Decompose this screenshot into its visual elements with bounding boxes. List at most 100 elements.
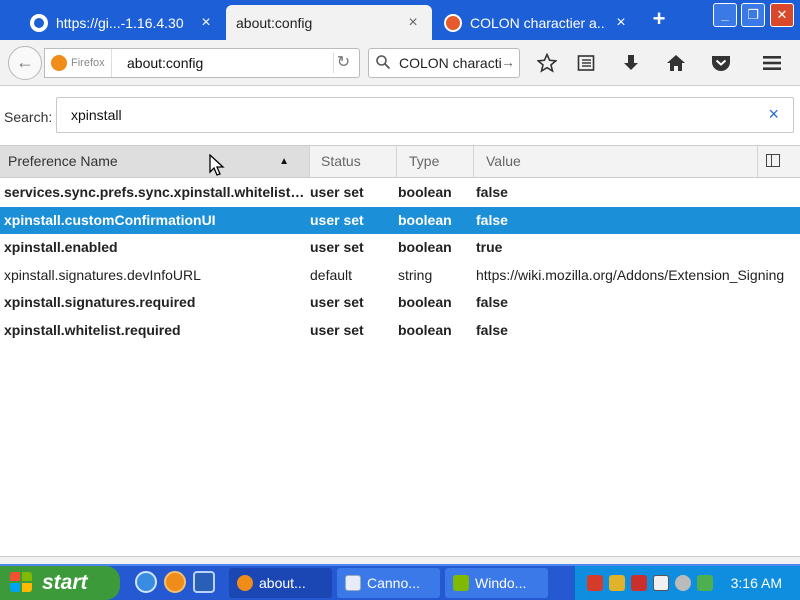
tab-close-icon[interactable]: × [197, 14, 215, 32]
clock: 3:16 AM [730, 575, 782, 591]
pref-value: false [476, 184, 508, 200]
table-row[interactable]: xpinstall.customConfirmationUI user set … [0, 206, 800, 234]
app-quicklaunch-icon[interactable] [193, 571, 215, 593]
column-header-label: Status [321, 153, 361, 169]
column-header-value[interactable]: Value [474, 146, 758, 177]
column-header-label: Type [409, 153, 440, 169]
start-button[interactable]: start [0, 566, 120, 600]
tab-title: about:config [236, 14, 313, 31]
config-search-input[interactable]: xpinstall × [56, 97, 794, 133]
column-header-status[interactable]: Status [310, 146, 397, 177]
sort-ascending-icon: ▲ [279, 156, 289, 167]
config-search-value[interactable]: xpinstall [71, 107, 122, 123]
menu-icon[interactable] [758, 49, 786, 77]
star-icon[interactable] [533, 49, 561, 77]
pref-name: services.sync.prefs.sync.xpinstall.white… [4, 184, 306, 200]
column-header-label: Value [486, 153, 521, 169]
pref-name: xpinstall.signatures.required [4, 294, 196, 310]
column-header-preference-name[interactable]: Preference Name ▲ [0, 146, 310, 177]
search-bar[interactable]: COLON characti → [368, 48, 520, 78]
pref-status: user set [310, 294, 364, 310]
firefox-icon [51, 55, 67, 71]
close-window-button[interactable]: ✕ [770, 3, 794, 27]
tab-title: COLON charactier a... [470, 14, 606, 31]
search-label: Search: [4, 109, 53, 125]
github-icon [30, 13, 48, 32]
tab-about-config[interactable]: about:config × [226, 5, 432, 40]
windows-taskbar: start about... Canno... Windo... 3:16 AM [0, 564, 800, 600]
mouse-cursor-icon [209, 154, 225, 176]
clear-search-icon[interactable]: × [768, 104, 779, 125]
tray-tool-icon[interactable] [609, 575, 625, 591]
table-row[interactable]: xpinstall.enabled user set boolean true [0, 234, 800, 262]
reload-button[interactable]: ↻ [333, 53, 353, 73]
pref-value: false [476, 321, 508, 338]
pref-name: xpinstall.customConfirmationUI [4, 211, 216, 228]
identity-box[interactable]: Firefox [51, 49, 112, 77]
pref-type: boolean [398, 211, 452, 228]
table-row[interactable]: xpinstall.signatures.devInfoURL default … [0, 262, 800, 290]
taskbar-item-label: Canno... [367, 575, 420, 591]
table-row[interactable]: xpinstall.signatures.required user set b… [0, 289, 800, 317]
pref-name: xpinstall.signatures.devInfoURL [4, 266, 201, 283]
browser-bottom-edge [0, 556, 800, 564]
pref-type: boolean [398, 184, 452, 200]
preference-list: services.sync.prefs.sync.xpinstall.white… [0, 179, 800, 344]
windows-app-icon [453, 575, 469, 591]
pocket-icon[interactable] [707, 49, 735, 77]
pref-value: false [476, 211, 508, 228]
vmware-icon[interactable] [653, 575, 669, 591]
pref-status: user set [310, 184, 364, 200]
pref-status: user set [310, 239, 364, 255]
home-icon[interactable] [662, 49, 690, 77]
search-go-button[interactable]: → [501, 54, 515, 70]
url-text[interactable]: about:config [127, 55, 203, 71]
pref-name: xpinstall.enabled [4, 239, 118, 255]
table-row[interactable]: xpinstall.whitelist.required user set bo… [0, 317, 800, 345]
download-icon[interactable] [617, 49, 645, 77]
taskbar-item-windo[interactable]: Windo... [445, 568, 548, 598]
tab-title: https://gi...-1.16.4.30 [56, 14, 184, 31]
taskbar-item-firefox[interactable]: about... [229, 568, 332, 598]
pref-name: xpinstall.whitelist.required [4, 321, 181, 338]
identity-label: Firefox [71, 57, 105, 69]
tab-colon-search[interactable]: COLON charactier a... × [434, 5, 640, 40]
reading-list-icon[interactable] [572, 49, 600, 77]
pref-value: false [476, 294, 508, 310]
navigation-toolbar: ← Firefox about:config ↻ COLON characti … [0, 40, 800, 86]
tray-disc-icon[interactable] [675, 575, 691, 591]
window-icon [345, 575, 361, 591]
internet-explorer-icon[interactable] [135, 571, 157, 593]
taskbar-item-label: about... [259, 575, 306, 591]
search-input[interactable]: COLON characti [399, 55, 503, 71]
tab-close-icon[interactable]: × [404, 14, 422, 32]
pref-type: boolean [398, 239, 452, 255]
new-tab-button[interactable]: + [644, 6, 674, 34]
network-icon[interactable] [697, 575, 713, 591]
pref-value: https://wiki.mozilla.org/Addons/Extensio… [476, 266, 785, 283]
tab-close-icon[interactable]: × [612, 14, 630, 32]
start-label: start [42, 571, 88, 594]
pref-type: boolean [398, 294, 452, 310]
column-header-type[interactable]: Type [397, 146, 474, 177]
column-picker-icon[interactable] [766, 154, 780, 167]
system-tray: 3:16 AM [574, 566, 800, 600]
taskbar-item-label: Windo... [475, 575, 527, 591]
security-alert-icon[interactable] [587, 575, 603, 591]
url-bar[interactable]: Firefox about:config ↻ [44, 48, 360, 78]
tab-strip: https://gi...-1.16.4.30 × about:config ×… [0, 0, 800, 40]
firefox-quicklaunch-icon[interactable] [164, 571, 186, 593]
maximize-button[interactable]: ❐ [741, 3, 765, 27]
shield-icon[interactable] [631, 575, 647, 591]
pref-value: true [476, 239, 503, 255]
search-icon [375, 54, 393, 72]
taskbar-item-canno[interactable]: Canno... [337, 568, 440, 598]
minimize-button[interactable]: _ [713, 3, 737, 27]
pref-type: string [398, 266, 433, 283]
table-row[interactable]: services.sync.prefs.sync.xpinstall.white… [0, 179, 800, 207]
pref-status: user set [310, 211, 364, 228]
back-button[interactable]: ← [8, 46, 42, 80]
tab-github[interactable]: https://gi...-1.16.4.30 × [20, 5, 225, 40]
windows-logo-icon [10, 572, 34, 594]
column-header-label: Preference Name [8, 153, 118, 169]
